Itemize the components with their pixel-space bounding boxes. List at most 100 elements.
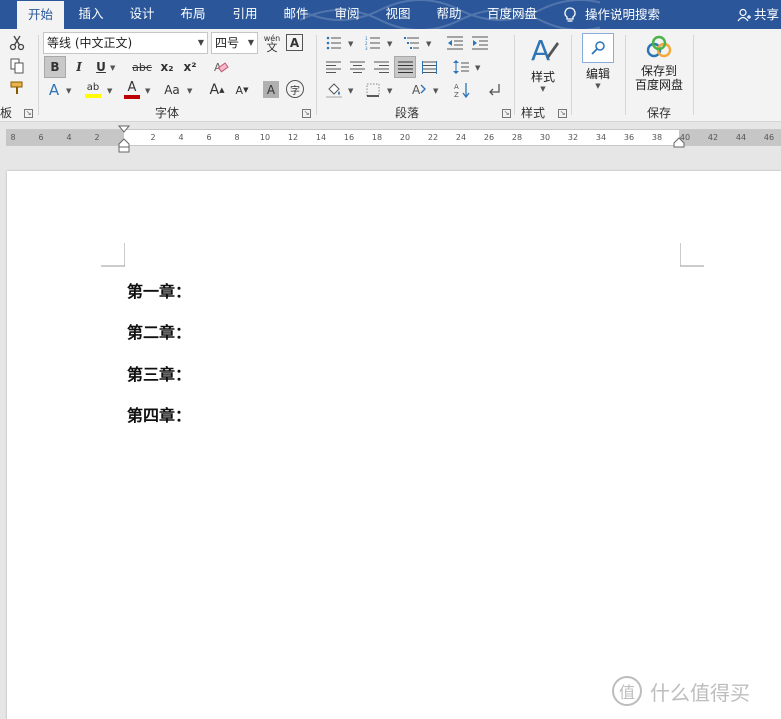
chinese-layout-icon[interactable]: A (408, 80, 430, 100)
chevron-down-icon[interactable]: ▼ (348, 87, 353, 95)
font-launcher-icon[interactable]: ↘ (302, 109, 311, 118)
ruler-tick: 44 (735, 133, 747, 142)
distributed-icon[interactable] (419, 57, 439, 77)
group-separator (625, 35, 626, 115)
phonetic-guide-button[interactable]: wén 文 (262, 32, 282, 54)
clear-formatting-icon[interactable]: A (211, 56, 231, 78)
group-separator (38, 35, 39, 115)
ribbon-tab-bar: 开始 插入 设计 布局 引用 邮件 审阅 视图 帮助 百度网盘 操作说明搜索 共… (0, 0, 781, 29)
decrease-indent-icon[interactable] (445, 33, 465, 53)
save-to-baidu-button[interactable]: 保存到 百度网盘 (631, 35, 687, 101)
tell-me-search[interactable]: 操作说明搜索 (563, 0, 660, 29)
lightbulb-icon (564, 6, 576, 22)
tab-insert[interactable]: 插入 (70, 0, 112, 29)
increase-indent-icon[interactable] (470, 33, 490, 53)
superscript-button[interactable]: x² (181, 56, 199, 78)
enclose-characters-button[interactable]: 字 (286, 80, 304, 98)
underline-button[interactable]: U (93, 56, 109, 78)
align-center-icon[interactable] (347, 57, 367, 77)
document-page[interactable]: 第一章： 第二章： 第三章： 第四章： (7, 171, 781, 719)
shading-icon[interactable] (323, 80, 345, 100)
tab-baidu-netdisk[interactable]: 百度网盘 (481, 0, 543, 29)
styles-launcher-icon[interactable]: ↘ (558, 109, 567, 118)
tab-references[interactable]: 引用 (224, 0, 266, 29)
chevron-down-icon[interactable]: ▼ (433, 87, 438, 95)
line-spacing-icon[interactable] (450, 57, 472, 77)
font-color-swatch (124, 95, 140, 99)
justify-icon[interactable] (394, 56, 416, 78)
ruler-tick: 8 (10, 133, 16, 142)
clipboard-launcher-icon[interactable]: ↘ (24, 109, 33, 118)
chevron-down-icon[interactable]: ▼ (348, 40, 353, 48)
svg-text:A: A (412, 83, 421, 97)
chevron-down-icon[interactable]: ▼ (107, 87, 112, 95)
font-color-button[interactable]: A (122, 79, 142, 101)
first-line-indent-marker-icon[interactable] (118, 125, 130, 153)
grow-font-label: A (209, 82, 220, 98)
paragraph-launcher-icon[interactable]: ↘ (502, 109, 511, 118)
styles-group-label: 样式 (520, 106, 545, 120)
group-separator (514, 35, 515, 115)
format-painter-icon[interactable] (8, 79, 26, 97)
styles-button[interactable]: A 样式 ▼ (520, 34, 566, 100)
ruler-tick: 4 (66, 133, 72, 142)
editing-button[interactable]: 编辑 ▼ (578, 33, 618, 99)
font-name-select[interactable]: 等线 (中文正文) ▼ (43, 32, 208, 54)
align-left-icon[interactable] (323, 57, 343, 77)
editing-label: 编辑 (585, 67, 610, 81)
sort-icon[interactable]: AZ (452, 80, 472, 100)
chevron-down-icon[interactable]: ▼ (387, 40, 392, 48)
bullets-icon[interactable] (323, 33, 345, 53)
search-icon (582, 33, 614, 63)
share-label: 共享 (754, 7, 780, 22)
chevron-down-icon[interactable]: ▼ (110, 64, 115, 72)
font-size-select[interactable]: 四号 ▼ (211, 32, 258, 54)
align-right-icon[interactable] (371, 57, 391, 77)
person-icon (737, 8, 751, 21)
tab-design[interactable]: 设计 (121, 0, 163, 29)
tab-mailings[interactable]: 邮件 (275, 0, 317, 29)
borders-icon[interactable] (362, 80, 384, 100)
ruler-tick: 20 (399, 133, 411, 142)
show-marks-icon[interactable] (484, 80, 504, 100)
chevron-down-icon[interactable]: ▼ (187, 87, 192, 95)
document-line[interactable]: 第一章： (127, 278, 191, 302)
svg-text:A: A (454, 83, 459, 91)
multilevel-list-icon[interactable] (401, 33, 423, 53)
subscript-button[interactable]: x₂ (158, 56, 176, 78)
save-label-line1: 保存到 (640, 64, 677, 78)
document-line[interactable]: 第四章： (127, 402, 191, 426)
tab-home[interactable]: 开始 (17, 1, 64, 29)
tab-view[interactable]: 视图 (377, 0, 419, 29)
character-shading-button[interactable]: A (263, 81, 279, 98)
ruler-tick: 26 (483, 133, 495, 142)
document-line[interactable]: 第三章： (127, 361, 191, 385)
tab-review[interactable]: 审阅 (326, 0, 368, 29)
bold-button[interactable]: B (44, 56, 66, 78)
highlight-color-button[interactable]: ab (82, 79, 104, 101)
shrink-font-button[interactable]: A ▼ (233, 79, 251, 101)
document-line[interactable]: 第二章： (127, 319, 191, 343)
chevron-down-icon[interactable]: ▼ (66, 87, 71, 95)
chevron-down-icon: ▼ (247, 38, 254, 47)
chevron-down-icon[interactable]: ▼ (145, 87, 150, 95)
copy-icon[interactable] (8, 57, 26, 75)
tab-layout[interactable]: 布局 (172, 0, 214, 29)
grow-font-button[interactable]: A ▲ (208, 79, 226, 101)
right-indent-marker-icon[interactable] (673, 137, 685, 149)
chevron-down-icon[interactable]: ▼ (475, 64, 480, 72)
italic-button[interactable]: I (69, 56, 89, 78)
text-effects-icon[interactable]: A (44, 79, 64, 101)
share-button[interactable]: 共享 (737, 0, 779, 29)
ruler-tick: 24 (455, 133, 467, 142)
numbering-icon[interactable]: 123 (362, 33, 384, 53)
chevron-down-icon[interactable]: ▼ (426, 40, 431, 48)
cut-icon[interactable] (8, 34, 26, 52)
chevron-down-icon[interactable]: ▼ (387, 87, 392, 95)
strikethrough-button[interactable]: abc (131, 56, 153, 78)
tab-help[interactable]: 帮助 (428, 0, 470, 29)
shrink-font-label: A (235, 83, 244, 97)
change-case-button[interactable]: Aa (160, 79, 184, 101)
character-border-button[interactable]: A (286, 34, 303, 51)
font-size-value: 四号 (215, 36, 240, 50)
